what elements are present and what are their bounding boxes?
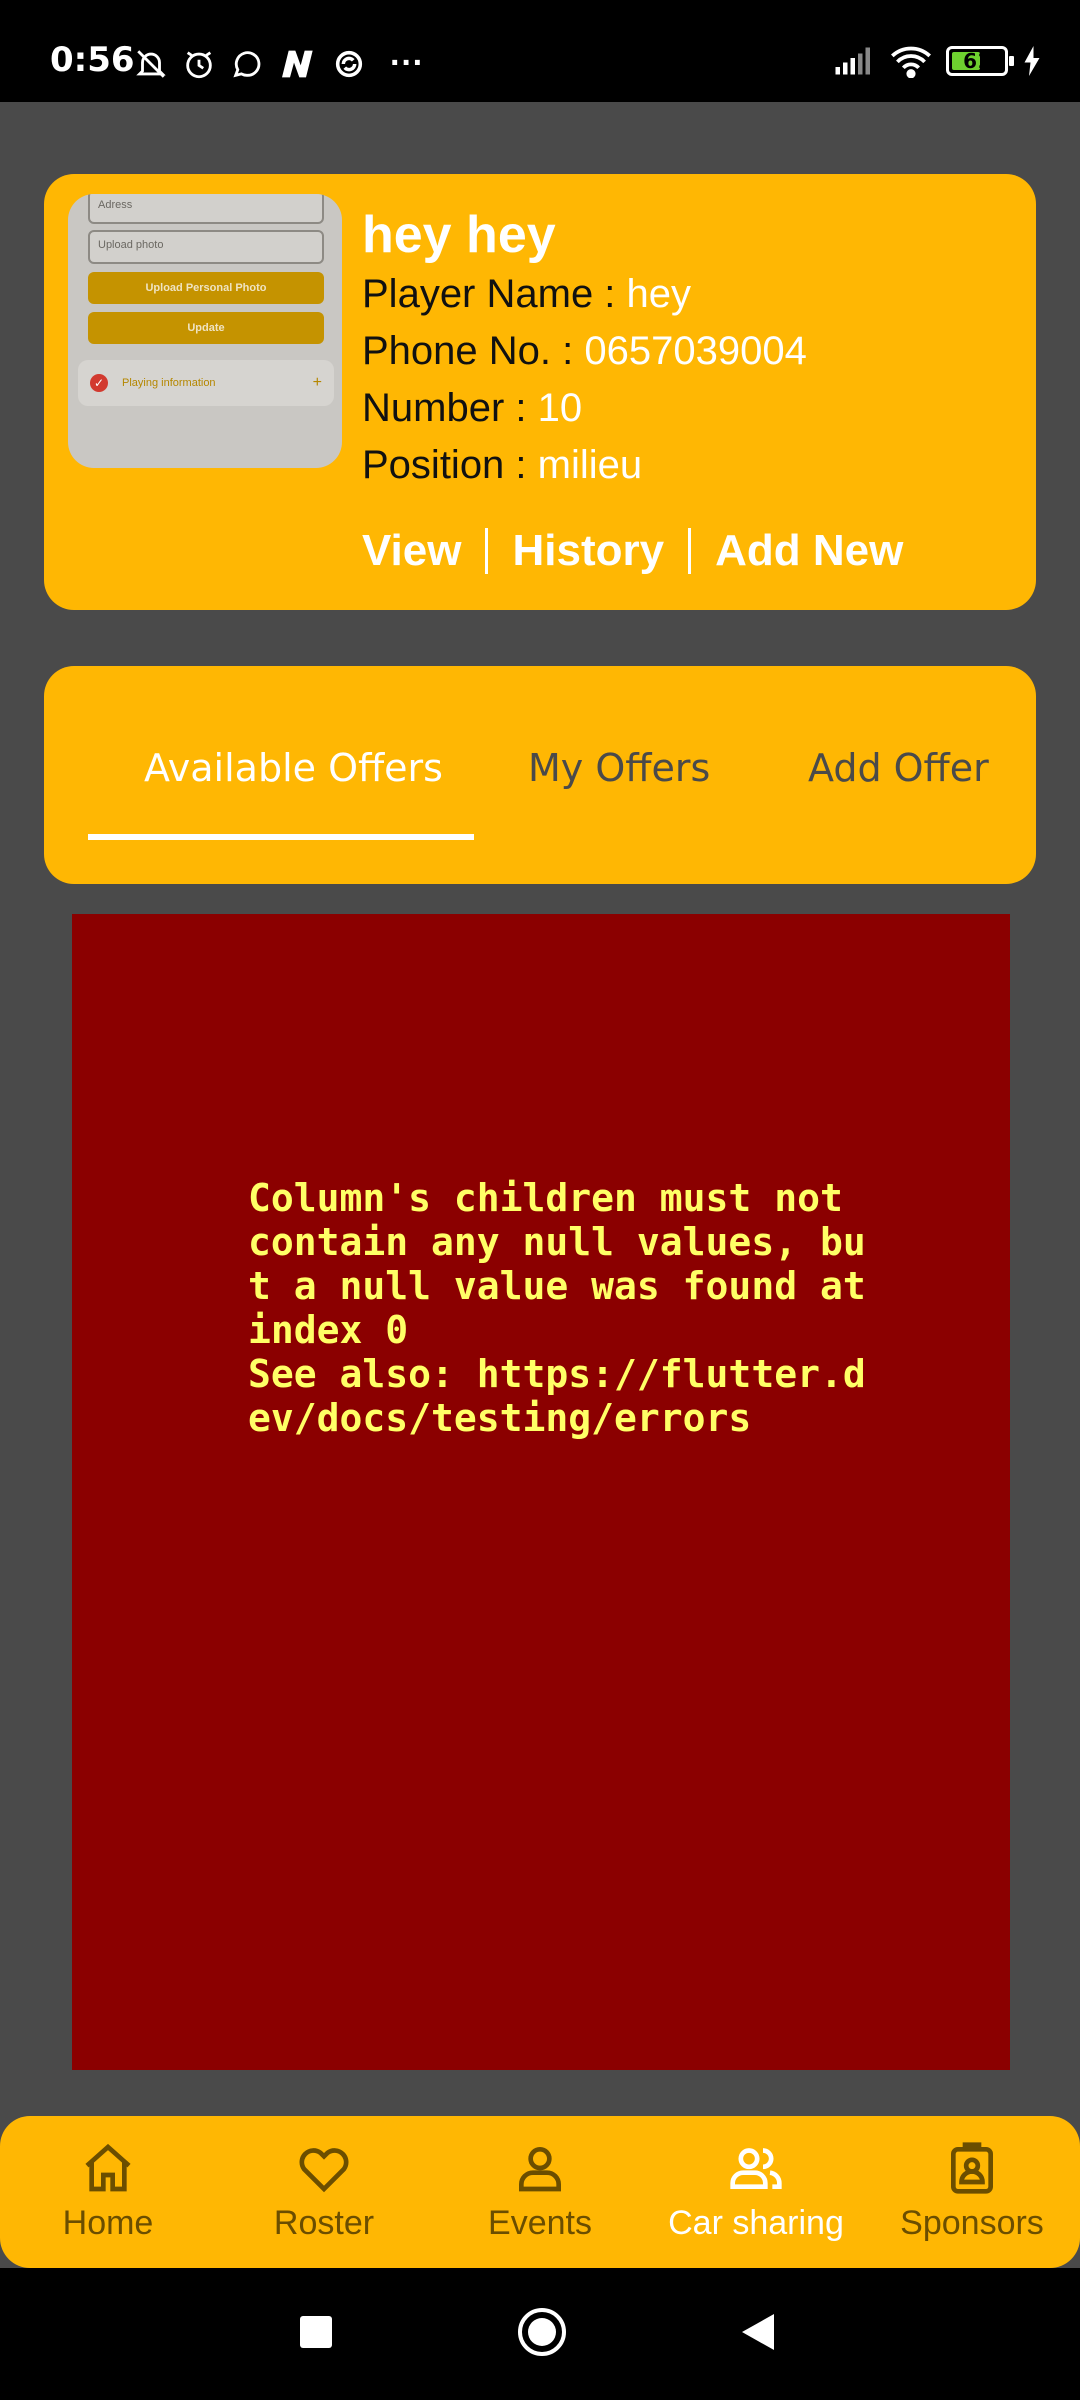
profile-actions: View History Add New [362, 526, 903, 576]
more-notifications-icon: ··· [390, 44, 424, 82]
plus-icon: + [312, 374, 322, 391]
charging-icon [1024, 46, 1040, 76]
add-new-link[interactable]: Add New [715, 526, 903, 576]
phone-value: 0657039004 [584, 329, 807, 373]
nav-item-home[interactable]: Home [0, 2116, 216, 2268]
thumb-playing-info-row: ✓ Playing information + [78, 360, 334, 406]
status-time: 0:56 [50, 40, 135, 80]
player-name-label: Player Name : [362, 272, 616, 316]
tab-my-offers[interactable]: My Offers [528, 746, 710, 790]
player-name-line: Player Name : hey [362, 266, 807, 323]
action-divider [688, 528, 692, 574]
muted-bell-icon [136, 49, 166, 78]
battery-nub [1009, 56, 1014, 66]
number-label: Number : [362, 386, 527, 430]
home-icon [85, 2143, 131, 2192]
thumb-update-button: Update [88, 312, 324, 344]
nav-label-roster: Roster [273, 2204, 375, 2242]
history-link[interactable]: History [512, 526, 664, 576]
action-divider [485, 528, 489, 574]
offers-tabs: Available Offers My Offers Add Offer [44, 666, 1036, 884]
profile-info: hey hey Player Name : hey Phone No. : 06… [362, 204, 807, 494]
profile-name: hey hey [362, 206, 556, 264]
tab-indicator [88, 834, 474, 840]
status-icons-left: ··· [134, 44, 424, 83]
error-message: Column's children must not contain any n… [248, 1176, 866, 1440]
phone-line: Phone No. : 0657039004 [362, 323, 807, 380]
nav-item-sponsors[interactable]: Sponsors [864, 2116, 1080, 2268]
recents-button[interactable] [300, 2316, 332, 2348]
view-link[interactable]: View [362, 526, 461, 576]
wifi-icon [891, 46, 931, 78]
bottom-nav: Home Roster Events Car sharing Sponsors [0, 2116, 1080, 2268]
phone-label: Phone No. : [362, 329, 574, 373]
nav-label-car-sharing: Car sharing [668, 2204, 844, 2242]
heart-icon [299, 2148, 349, 2193]
position-line: Position : milieu [362, 437, 807, 494]
whatsapp-icon [233, 50, 261, 77]
signal-icon [835, 47, 870, 75]
nav-item-car-sharing[interactable]: Car sharing [648, 2116, 864, 2268]
badge-icon [951, 2142, 993, 2194]
thumb-upload-field: Upload photo [88, 230, 324, 264]
battery-level: 61 [963, 49, 991, 73]
nav-label-events: Events [488, 2204, 592, 2242]
number-value: 10 [537, 386, 583, 430]
group-icon [730, 2148, 782, 2189]
status-icons-right: 61 [834, 44, 1042, 78]
sync-off-icon [335, 50, 363, 77]
profile-card: Adress Upload photo Upload Personal Phot… [44, 174, 1036, 610]
thumb-playing-info-label: Playing information [122, 377, 216, 389]
position-value: milieu [537, 443, 643, 487]
nav-label-sponsors: Sponsors [900, 2204, 1044, 2242]
nav-item-roster[interactable]: Roster [216, 2116, 432, 2268]
tab-available-offers[interactable]: Available Offers [144, 746, 443, 790]
player-name-value: hey [626, 272, 692, 316]
check-icon: ✓ [90, 374, 108, 392]
nav-item-events[interactable]: Events [432, 2116, 648, 2268]
number-line: Number : 10 [362, 380, 807, 437]
status-bar: 0:56 ··· 61 [0, 0, 1080, 102]
battery-icon: 61 [946, 46, 1014, 76]
person-icon [519, 2147, 561, 2192]
home-button[interactable] [518, 2308, 566, 2356]
n-app-icon [282, 50, 313, 77]
position-label: Position : [362, 443, 527, 487]
system-nav-bar [0, 2268, 1080, 2400]
error-panel: Column's children must not contain any n… [72, 914, 1010, 2070]
nav-label-home: Home [62, 2204, 154, 2242]
tab-add-offer[interactable]: Add Offer [808, 746, 989, 790]
alarm-icon [186, 50, 212, 78]
thumb-address-field: Adress [88, 194, 324, 224]
back-button[interactable] [742, 2314, 774, 2350]
thumb-upload-button: Upload Personal Photo [88, 272, 324, 304]
profile-photo[interactable]: Adress Upload photo Upload Personal Phot… [68, 194, 342, 468]
